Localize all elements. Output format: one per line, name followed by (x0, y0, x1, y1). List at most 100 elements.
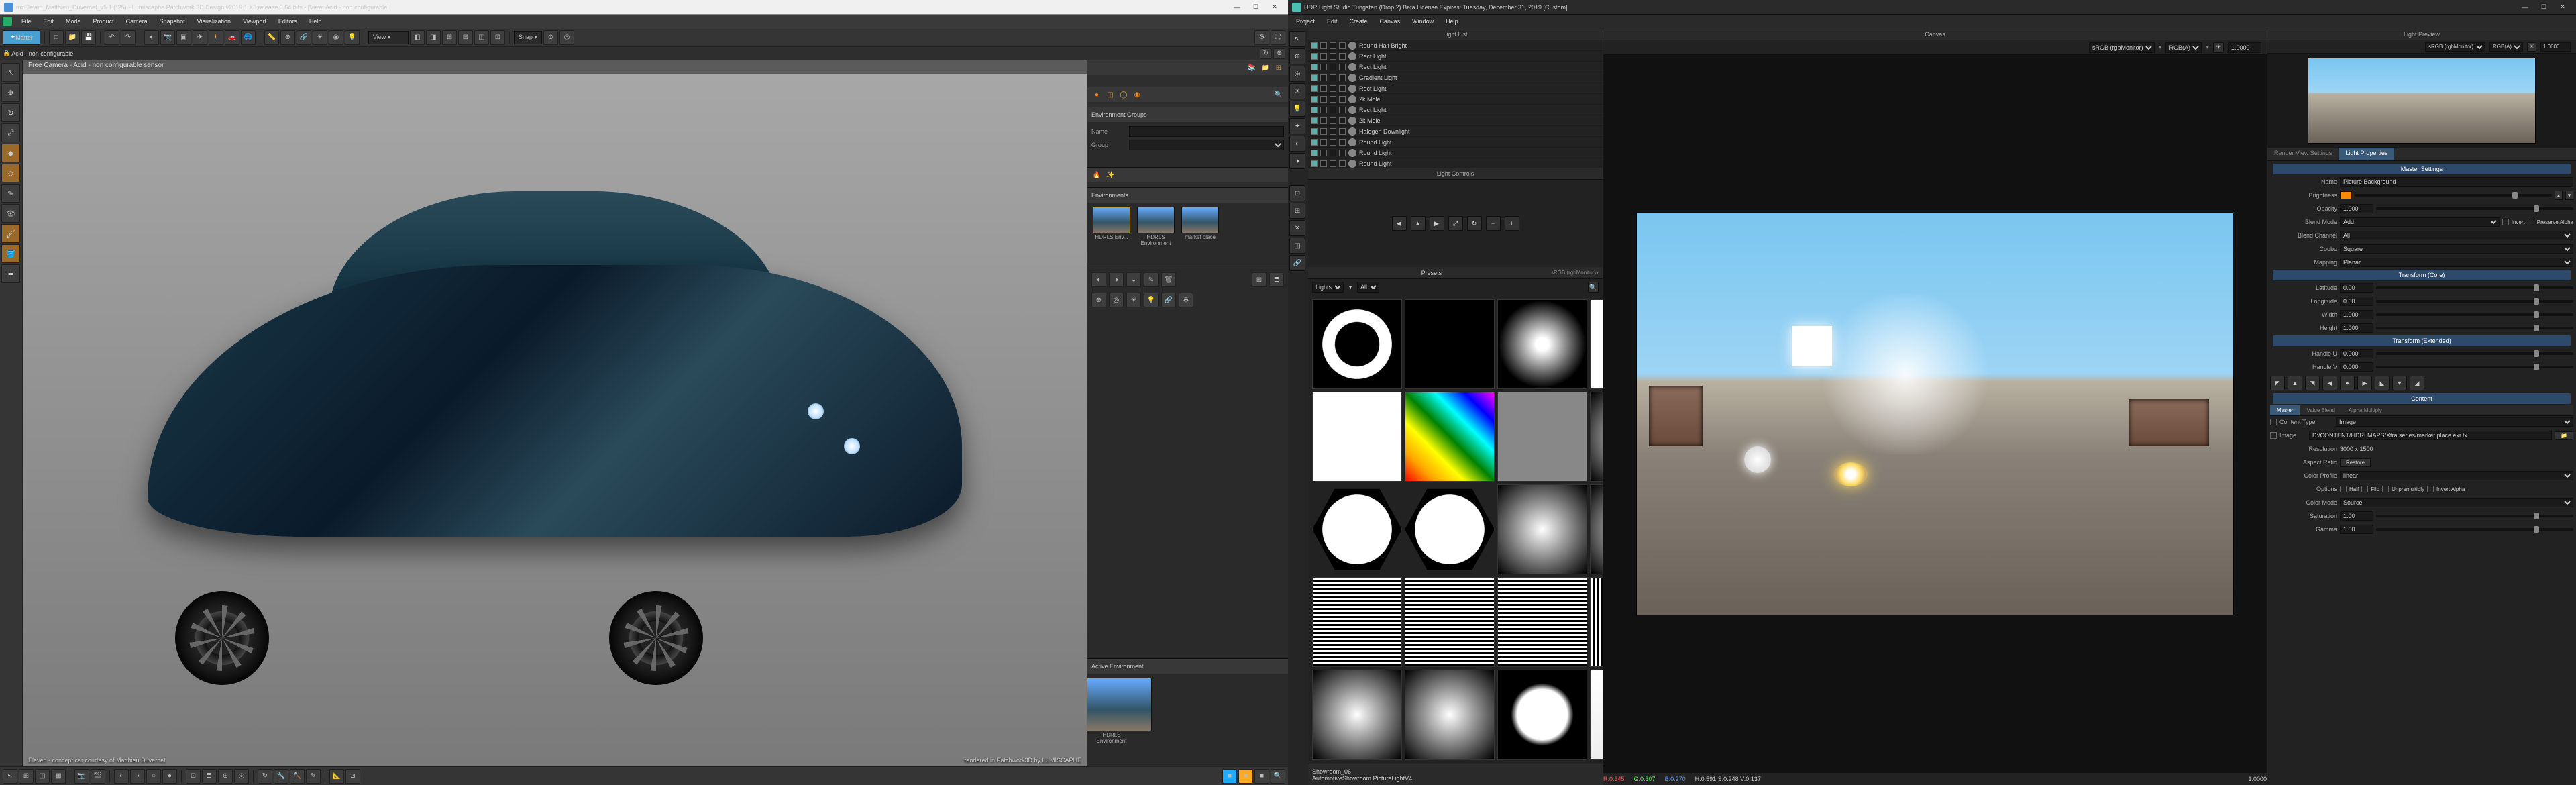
menu-camera[interactable]: Camera (121, 17, 153, 26)
ringsel-icon[interactable]: ◉ (1132, 89, 1142, 100)
tool-c[interactable]: ⊞ (442, 30, 457, 45)
mode-matter-button[interactable]: ✦ Matter (3, 30, 40, 45)
name-input[interactable] (1129, 126, 1284, 137)
rvt-4[interactable]: ☀ (1289, 83, 1305, 99)
group-select[interactable] (1129, 140, 1284, 150)
vtool-eye[interactable]: 👁 (1, 204, 20, 223)
rvt-12[interactable]: ◫ (1289, 238, 1305, 254)
canvas-light-sphere[interactable] (1744, 446, 1771, 473)
ea-10[interactable]: 🔗 (1161, 293, 1176, 307)
books-icon[interactable]: 📚 (1246, 62, 1257, 73)
preset-item[interactable] (1312, 392, 1402, 482)
sb-12[interactable]: ≣ (202, 769, 217, 784)
env-thumb-0[interactable]: HDRLS Env... (1091, 207, 1132, 247)
prop-blend-channel[interactable]: All (2340, 231, 2573, 240)
menu-edit[interactable]: Edit (38, 17, 60, 26)
sb-7[interactable]: ◐ (114, 769, 129, 784)
handle-bl[interactable]: ◣ (2375, 376, 2390, 390)
vis-toggle[interactable] (1311, 64, 1318, 70)
handle-tl[interactable]: ◤ (2270, 376, 2285, 390)
sect-ext[interactable]: Transform (Extended) (2273, 335, 2571, 346)
rvt-11[interactable]: ✕ (1289, 220, 1305, 236)
lock-toggle[interactable] (1330, 64, 1336, 70)
sphere-icon[interactable]: ● (1091, 89, 1102, 100)
menu-help[interactable]: Help (304, 17, 327, 26)
light-row[interactable]: Rect Light (1308, 51, 1603, 62)
preset-item[interactable] (1312, 299, 1402, 389)
bc-btn1[interactable]: ↻ (1260, 48, 1272, 59)
lock-toggle[interactable] (1330, 128, 1336, 135)
hdrls-menu-window[interactable]: Window (1407, 17, 1439, 26)
canvas-light-rect[interactable] (1792, 326, 1832, 366)
sb-3[interactable]: ◫ (35, 769, 50, 784)
opt-unpre[interactable] (2382, 486, 2389, 492)
vis-toggle[interactable] (1311, 160, 1318, 167)
hdrls-menu-create[interactable]: Create (1344, 17, 1373, 26)
handle-tr[interactable]: ◥ (2305, 376, 2320, 390)
prop-color-profile[interactable]: linear (2340, 471, 2573, 480)
restore-button[interactable]: Restore (2340, 458, 2371, 467)
light-row[interactable]: Rect Light (1308, 105, 1603, 115)
preset-item[interactable] (1590, 392, 1603, 482)
sect-master[interactable]: Master Settings (2273, 164, 2571, 174)
light-row[interactable]: Gradient Light (1308, 72, 1603, 83)
lock-toggle[interactable] (1330, 85, 1336, 92)
ea-9[interactable]: 💡 (1144, 293, 1159, 307)
vtool-rotate[interactable]: ↻ (1, 103, 20, 122)
ea-4[interactable]: ✎ (1144, 272, 1159, 287)
prop-color-mode[interactable]: Source (2340, 498, 2573, 507)
prop-name[interactable] (2340, 177, 2573, 187)
canvas-colorspace[interactable]: sRGB (rgbMonitor) (2089, 42, 2155, 53)
prop-lon[interactable] (2340, 297, 2373, 306)
preset-item[interactable] (1590, 484, 1603, 574)
tool-b[interactable]: ◨ (426, 30, 441, 45)
tool-d[interactable]: ⊟ (458, 30, 473, 45)
close-button[interactable]: ✕ (1265, 1, 1284, 13)
lc-up[interactable]: ▲ (1411, 216, 1426, 231)
tool-save[interactable]: 💾 (81, 30, 96, 45)
sb-4[interactable]: ▦ (51, 769, 66, 784)
sb-10[interactable]: ● (162, 769, 177, 784)
sb-15[interactable]: ↻ (258, 769, 272, 784)
aux-toggle[interactable] (1339, 150, 1346, 156)
lock-toggle[interactable] (1330, 107, 1336, 113)
solo-toggle[interactable] (1320, 160, 1327, 167)
lock-toggle[interactable] (1330, 74, 1336, 81)
light-row[interactable]: Rect Light (1308, 62, 1603, 72)
rvt-3[interactable]: ◎ (1289, 66, 1305, 82)
menu-editors[interactable]: Editors (273, 17, 303, 26)
tool-e[interactable]: ◫ (474, 30, 489, 45)
preset-item[interactable] (1405, 484, 1495, 574)
preset-item[interactable] (1497, 670, 1587, 760)
rvt-10[interactable]: ⊞ (1289, 203, 1305, 219)
canvas-area[interactable] (1603, 55, 2267, 773)
lock-toggle[interactable] (1330, 139, 1336, 146)
light-row[interactable]: Halogen Downlight (1308, 126, 1603, 137)
tool-compass[interactable]: ⊕ (280, 30, 295, 45)
hdrls-min[interactable]: — (2516, 1, 2534, 13)
solo-toggle[interactable] (1320, 107, 1327, 113)
handle-c[interactable]: ● (2340, 376, 2355, 390)
bc-btn2[interactable]: ⊕ (1273, 48, 1285, 59)
cube-icon[interactable]: ◫ (1105, 89, 1116, 100)
vis-toggle[interactable] (1311, 117, 1318, 124)
solo-toggle[interactable] (1320, 117, 1327, 124)
preview-colorspace[interactable]: sRGB (rgbMonitor) (2425, 42, 2485, 52)
ea-5[interactable]: 🗑 (1161, 272, 1176, 287)
aux-toggle[interactable] (1339, 107, 1346, 113)
menu-snapshot[interactable]: Snapshot (154, 17, 191, 26)
opt-flip[interactable] (2361, 486, 2368, 492)
lc-left[interactable]: ◀ (1392, 216, 1407, 231)
ea-6[interactable]: ⊕ (1091, 293, 1106, 307)
solo-toggle[interactable] (1320, 96, 1327, 103)
sb-16[interactable]: 🔧 (274, 769, 288, 784)
grid-icon[interactable]: ⊞ (1273, 62, 1284, 73)
light-row[interactable]: Round Half Bright (1308, 40, 1603, 51)
aux-toggle[interactable] (1339, 160, 1346, 167)
preset-item[interactable] (1497, 299, 1587, 389)
aux-toggle[interactable] (1339, 64, 1346, 70)
tool-a[interactable]: ◧ (410, 30, 425, 45)
tool-open[interactable]: 📁 (65, 30, 80, 45)
prop-sat[interactable] (2340, 511, 2373, 521)
sb-2[interactable]: ⊞ (19, 769, 34, 784)
